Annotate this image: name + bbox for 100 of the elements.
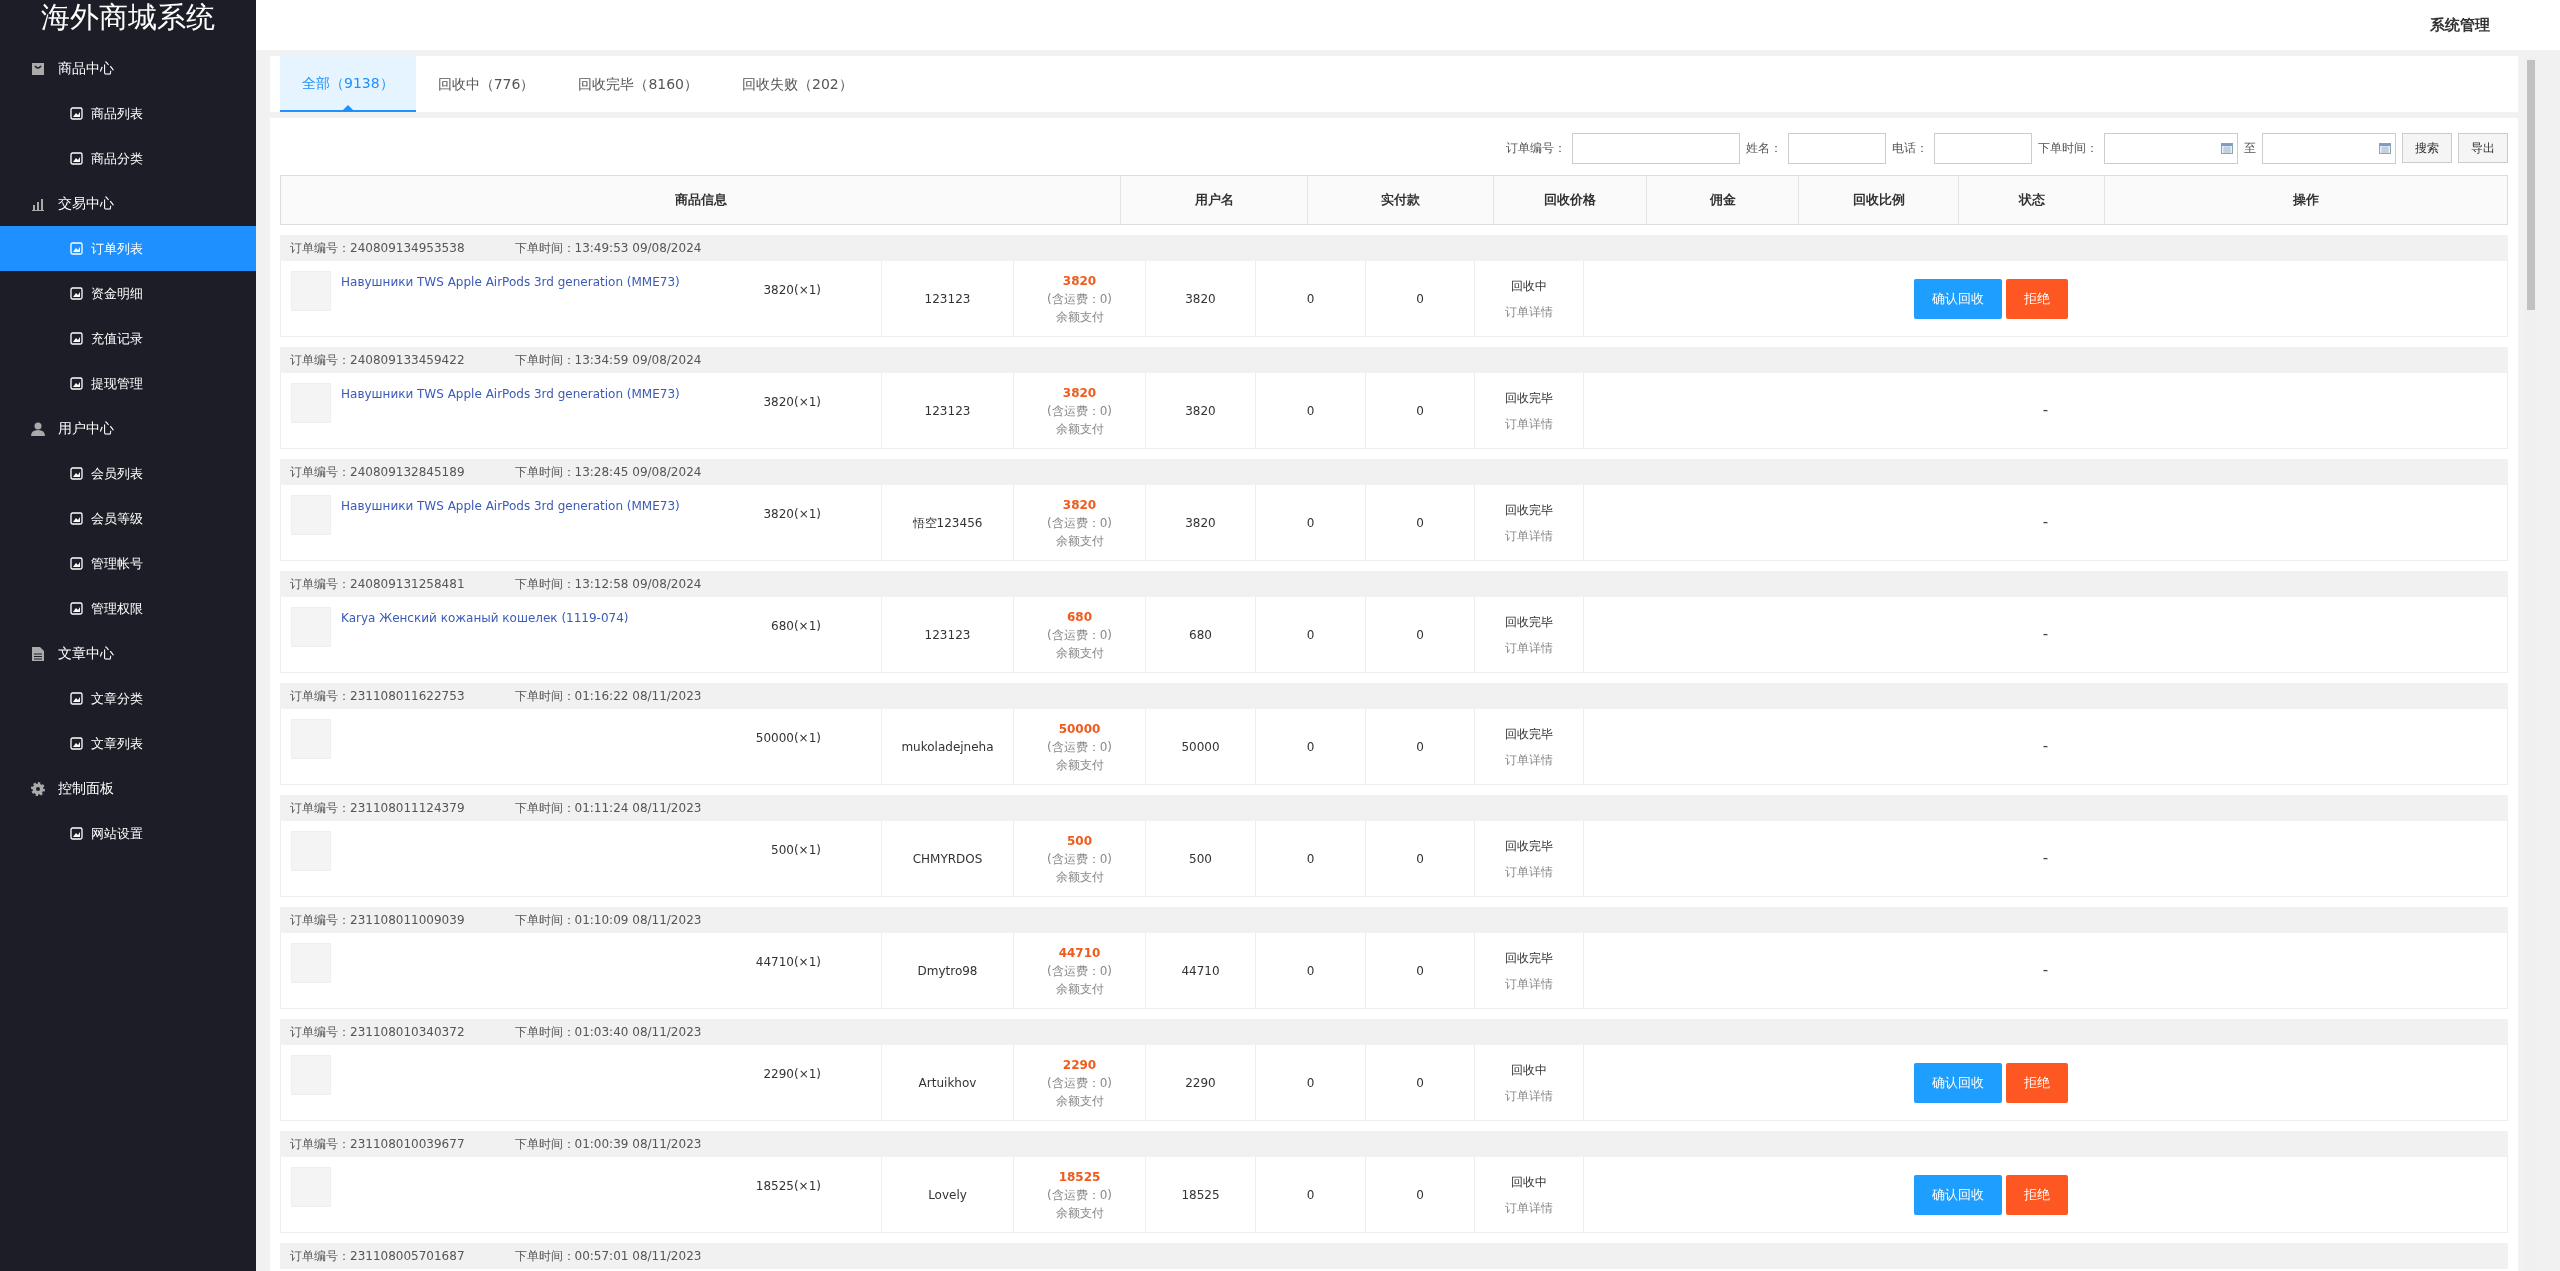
user-menu[interactable]: 系统管理 [2430, 13, 2490, 37]
paid-amount: 44710 [1058, 944, 1101, 962]
sidebar-item[interactable]: 管理帐号 [0, 541, 256, 586]
operation-cell: - [1583, 821, 2507, 896]
payment-method: 余额支付 [1055, 868, 1104, 886]
sidebar-item[interactable]: 文章列表 [0, 721, 256, 766]
operation-cell: - [1583, 373, 2507, 448]
tab[interactable]: 回收中（776） [415, 56, 557, 112]
payment-method: 余额支付 [1055, 532, 1104, 550]
price-quantity: 3820(×1) [763, 283, 821, 297]
sidebar-group[interactable]: 商品中心 [0, 46, 256, 91]
paid-amount: 3820 [1062, 384, 1097, 402]
recycle-ratio: 0 [1416, 1186, 1424, 1204]
date-field[interactable] [2262, 132, 2396, 164]
image-icon [70, 107, 83, 120]
tab[interactable]: 回收完毕（8160） [556, 56, 720, 112]
order-number: 订单编号：240809131258481 [290, 576, 465, 593]
column-header: 回收价格 [1544, 191, 1596, 210]
image-icon [70, 827, 83, 840]
order-detail-link[interactable]: 订单详情 [1505, 750, 1553, 769]
product-link[interactable]: Навушники TWS Apple AirPods 3rd generation (MME73) [341, 499, 680, 513]
operation-cell: - [1583, 485, 2507, 560]
image-icon [70, 602, 83, 615]
shipping-note: (含运费：0) [1047, 1186, 1112, 1204]
sidebar-group[interactable]: 用户中心 [0, 406, 256, 451]
sidebar-group[interactable]: 交易中心 [0, 181, 256, 226]
order-detail-link[interactable]: 订单详情 [1505, 1198, 1553, 1217]
sidebar-item[interactable]: 商品列表 [0, 91, 256, 136]
sidebar-group[interactable]: 控制面板 [0, 766, 256, 811]
order-number: 订单编号：240809133459422 [290, 352, 465, 369]
sidebar-item[interactable]: 充值记录 [0, 316, 256, 361]
recycle-price: 680 [1189, 626, 1212, 644]
filter-button[interactable]: 搜索 [2402, 133, 2452, 163]
order-status: 回收完毕 [1505, 837, 1553, 855]
image-icon [70, 692, 83, 705]
username: 123123 [924, 290, 971, 308]
order-status: 回收完毕 [1505, 389, 1553, 407]
product-link[interactable]: Навушники TWS Apple AirPods 3rd generation (MME73) [341, 275, 680, 289]
username: mukoladejneha [901, 738, 994, 756]
recycle-price: 18525 [1181, 1186, 1220, 1204]
column-header: 实付款 [1381, 191, 1420, 210]
order-status: 回收完毕 [1505, 949, 1553, 967]
sidebar-item[interactable]: 资金明细 [0, 271, 256, 316]
operation-cell: - [1583, 709, 2507, 784]
input-field[interactable] [1572, 132, 1740, 164]
recycle-price: 2290 [1185, 1074, 1216, 1092]
commission: 0 [1306, 1186, 1315, 1204]
order-status: 回收中 [1511, 277, 1547, 295]
product-link[interactable]: Karya Женский кожаный кошелек (1119-074) [341, 611, 629, 625]
filter-button[interactable]: 导出 [2458, 133, 2508, 163]
price-quantity: 3820(×1) [763, 395, 821, 409]
sidebar-group[interactable]: 文章中心 [0, 631, 256, 676]
recycle-ratio: 0 [1416, 626, 1424, 644]
username: 123123 [924, 402, 971, 420]
column-header: 佣金 [1709, 191, 1736, 210]
sidebar-item[interactable]: 管理权限 [0, 586, 256, 631]
filter-label: 订单编号： [1506, 140, 1566, 157]
column-header: 回收比例 [1852, 191, 1905, 210]
order-detail-link[interactable]: 订单详情 [1505, 526, 1553, 545]
recycle-ratio: 0 [1416, 290, 1424, 308]
image-icon [70, 467, 83, 480]
price-quantity: 500(×1) [771, 843, 821, 857]
shipping-note: (含运费：0) [1047, 962, 1112, 980]
commission: 0 [1306, 1074, 1315, 1092]
order-detail-link[interactable]: 订单详情 [1505, 862, 1553, 881]
order-detail-link[interactable]: 订单详情 [1505, 414, 1553, 433]
sidebar-item[interactable]: 商品分类 [0, 136, 256, 181]
order-number: 订单编号：231108010340372 [290, 1024, 465, 1041]
column-header: 商品信息 [674, 191, 727, 210]
order-detail-link[interactable]: 订单详情 [1505, 638, 1553, 657]
sidebar-item[interactable]: 网站设置 [0, 811, 256, 856]
recycle-price: 44710 [1181, 962, 1220, 980]
recycle-ratio: 0 [1416, 738, 1424, 756]
price-quantity: 2290(×1) [763, 1067, 821, 1081]
sidebar-item[interactable]: 会员等级 [0, 496, 256, 541]
app-title: 海外商城系统 [40, 0, 216, 36]
sidebar-item[interactable]: 提现管理 [0, 361, 256, 406]
input-field[interactable] [1934, 132, 2032, 164]
image-icon [70, 737, 83, 750]
sidebar-item[interactable]: 会员列表 [0, 451, 256, 496]
column-header: 操作 [2293, 191, 2319, 210]
username: 悟空123456 [912, 514, 983, 532]
date-field[interactable] [2104, 132, 2238, 164]
order-status: 回收完毕 [1505, 501, 1553, 519]
order-number: 订单编号：231108010039677 [290, 1136, 465, 1153]
product-link[interactable]: Навушники TWS Apple AirPods 3rd generation (MME73) [341, 387, 680, 401]
sidebar-item[interactable]: 文章分类 [0, 676, 256, 721]
order-status: 回收完毕 [1505, 613, 1553, 631]
recycle-price: 3820 [1185, 514, 1216, 532]
order-detail-link[interactable]: 订单详情 [1505, 974, 1553, 993]
order-detail-link[interactable]: 订单详情 [1505, 1086, 1553, 1105]
input-field[interactable] [1788, 132, 1886, 164]
order-time: 下单时间：01:11:24 08/11/2023 [514, 800, 702, 817]
recycle-price: 500 [1189, 850, 1212, 868]
order-detail-link[interactable]: 订单详情 [1505, 302, 1553, 321]
shipping-note: (含运费：0) [1047, 626, 1112, 644]
shipping-note: (含运费：0) [1047, 514, 1112, 532]
username: CHMYRDOS [912, 850, 983, 868]
tab[interactable]: 回收失败（202） [720, 56, 875, 112]
commission: 0 [1306, 402, 1315, 420]
